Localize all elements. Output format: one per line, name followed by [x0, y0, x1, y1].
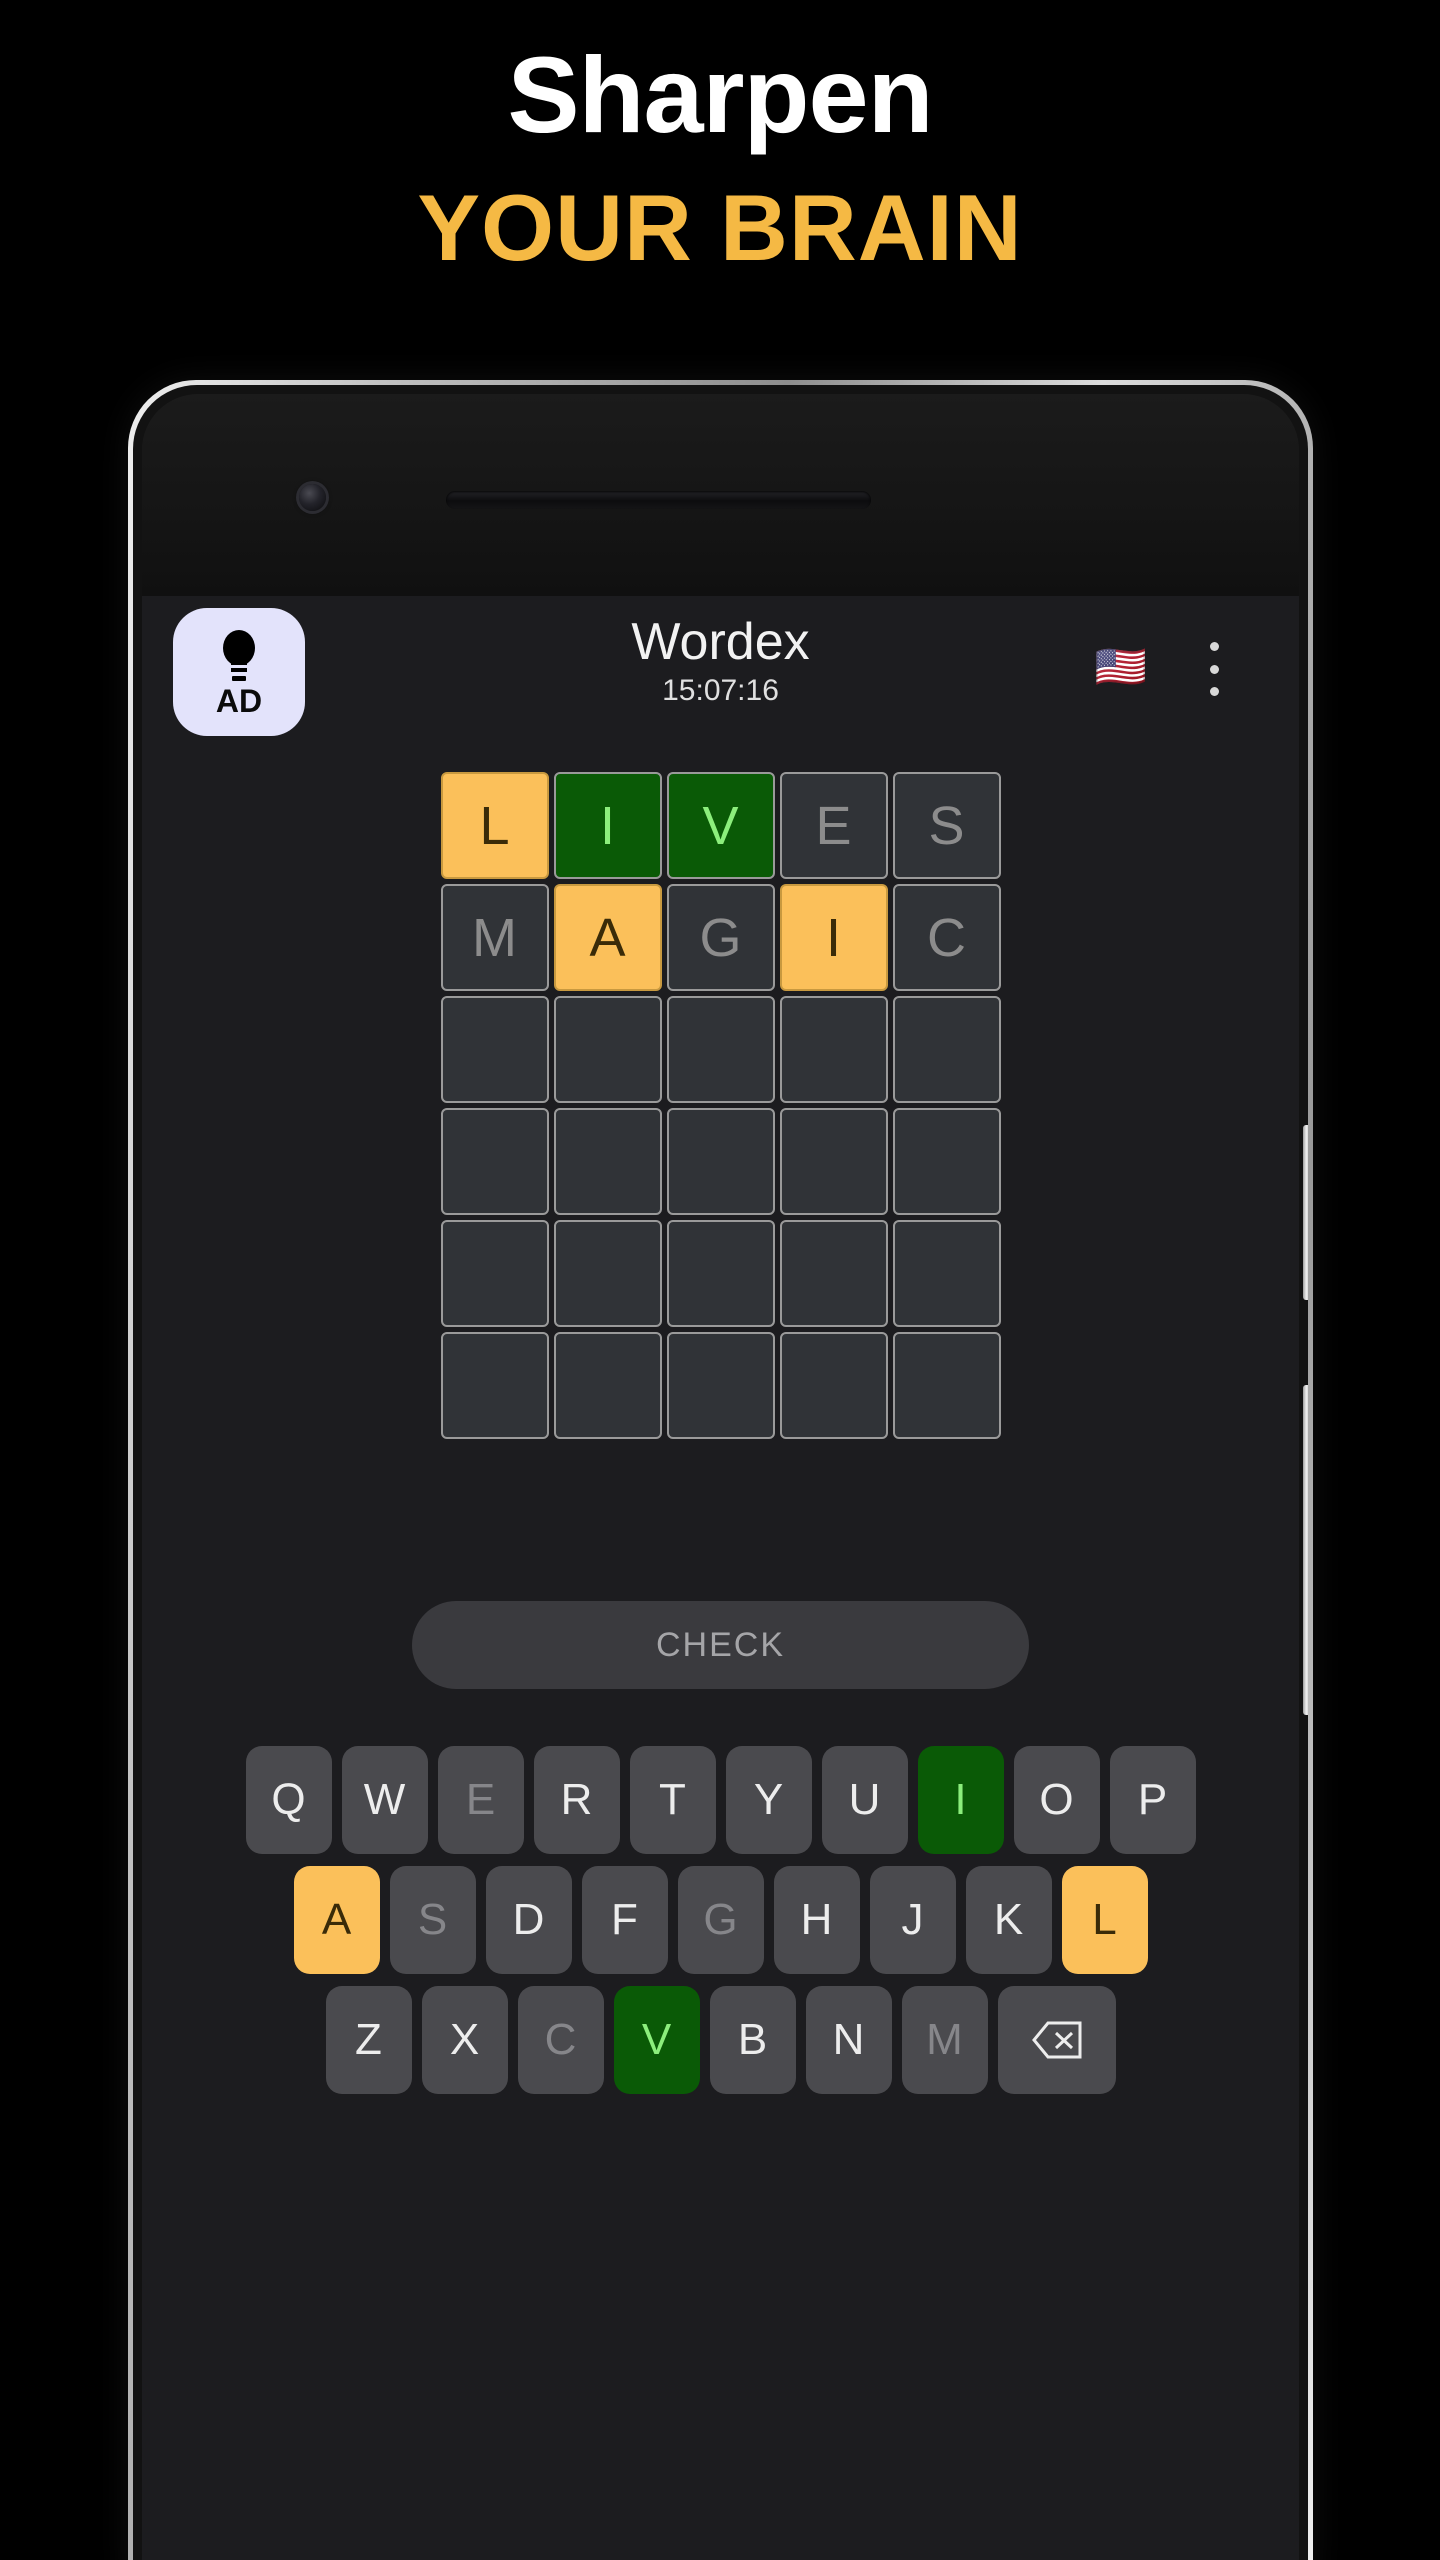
app-bar: AD Wordex 15:07:16 🇺🇸 [142, 596, 1299, 744]
keyboard-row: ASDFGHJKL [156, 1866, 1285, 1974]
grid-cell: S [892, 772, 1001, 879]
key-r[interactable]: R [533, 1746, 620, 1854]
grid-cell [553, 1220, 662, 1327]
on-screen-keyboard: QWERTYUIOP ASDFGHJKL ZXCVBNM [142, 1746, 1299, 2106]
ad-button-label: AD [215, 683, 263, 719]
phone-inner-frame: AD Wordex 15:07:16 🇺🇸 L I V E S M A G I … [142, 394, 1299, 2560]
key-a[interactable]: A [293, 1866, 380, 1974]
grid-cell [892, 1108, 1001, 1215]
keyboard-row: ZXCVBNM [156, 1986, 1285, 2094]
keyboard-row: QWERTYUIOP [156, 1746, 1285, 1854]
phone-device-mockup: AD Wordex 15:07:16 🇺🇸 L I V E S M A G I … [128, 380, 1313, 2560]
key-u[interactable]: U [821, 1746, 908, 1854]
grid-cell [892, 996, 1001, 1103]
key-c[interactable]: C [517, 1986, 604, 2094]
overflow-menu-button[interactable] [1191, 638, 1237, 700]
phone-top-bezel [142, 394, 1299, 596]
promo-screenshot-page: Sharpen YOUR BRAIN AD Wordex 15:07:16 🇺🇸… [0, 0, 1440, 2560]
language-flag-button[interactable]: 🇺🇸 [1095, 646, 1147, 688]
grid-cell: E [779, 772, 888, 879]
grid-cell [440, 1220, 549, 1327]
key-x[interactable]: X [421, 1986, 508, 2094]
grid-cell [779, 996, 888, 1103]
three-dots-vertical-icon [1209, 642, 1219, 651]
three-dots-vertical-icon [1209, 687, 1219, 696]
grid-cell: M [440, 884, 549, 991]
phone-power-button[interactable] [1303, 1125, 1308, 1300]
key-h[interactable]: H [773, 1866, 860, 1974]
key-b[interactable]: B [709, 1986, 796, 2094]
app-screen: AD Wordex 15:07:16 🇺🇸 L I V E S M A G I … [142, 596, 1299, 2560]
key-k[interactable]: K [965, 1866, 1052, 1974]
grid-cell: C [892, 884, 1001, 991]
grid-cell [553, 1108, 662, 1215]
grid-cell [440, 1108, 549, 1215]
key-n[interactable]: N [805, 1986, 892, 2094]
grid-cell: I [779, 884, 888, 991]
grid-cell [553, 996, 662, 1103]
grid-cell [666, 1220, 775, 1327]
key-o[interactable]: O [1013, 1746, 1100, 1854]
grid-cell [779, 1108, 888, 1215]
grid-cell: A [553, 884, 662, 991]
promo-headline-line1: Sharpen [507, 34, 933, 155]
grid-cell [440, 996, 549, 1103]
key-t[interactable]: T [629, 1746, 716, 1854]
phone-volume-button[interactable] [1303, 1385, 1308, 1715]
grid-cell [666, 1108, 775, 1215]
key-f[interactable]: F [581, 1866, 668, 1974]
key-z[interactable]: Z [325, 1986, 412, 2094]
grid-cell [666, 996, 775, 1103]
key-j[interactable]: J [869, 1866, 956, 1974]
grid-cell: G [666, 884, 775, 991]
lightbulb-icon [223, 630, 255, 681]
key-g[interactable]: G [677, 1866, 764, 1974]
three-dots-vertical-icon [1209, 664, 1219, 674]
promo-headline-line2: YOUR BRAIN [417, 175, 1023, 281]
grid-cell [892, 1220, 1001, 1327]
key-w[interactable]: W [341, 1746, 428, 1854]
grid-cell [553, 1332, 662, 1439]
grid-cell: L [440, 772, 549, 879]
key-i[interactable]: I [917, 1746, 1004, 1854]
grid-cell: I [553, 772, 662, 879]
key-q[interactable]: Q [245, 1746, 332, 1854]
grid-cell [779, 1220, 888, 1327]
key-m[interactable]: M [901, 1986, 988, 2094]
check-button[interactable]: CHECK [412, 1601, 1029, 1689]
grid-cell [892, 1332, 1001, 1439]
word-guess-grid: LIVESMAGIC [440, 772, 1001, 1439]
check-button-container: CHECK [142, 1601, 1299, 1689]
front-camera-icon [299, 484, 326, 511]
grid-cell [440, 1332, 549, 1439]
key-y[interactable]: Y [725, 1746, 812, 1854]
key-d[interactable]: D [485, 1866, 572, 1974]
key-e[interactable]: E [437, 1746, 524, 1854]
grid-cell [779, 1332, 888, 1439]
phone-body: AD Wordex 15:07:16 🇺🇸 L I V E S M A G I … [133, 385, 1308, 2560]
key-s[interactable]: S [389, 1866, 476, 1974]
key-p[interactable]: P [1109, 1746, 1196, 1854]
key-l[interactable]: L [1061, 1866, 1148, 1974]
backspace-icon [1031, 2021, 1081, 2059]
grid-cell: V [666, 772, 775, 879]
promo-headline: Sharpen YOUR BRAIN [0, 0, 1440, 280]
key-v[interactable]: V [613, 1986, 700, 2094]
ad-hint-button[interactable]: AD [173, 608, 305, 736]
grid-cell [666, 1332, 775, 1439]
earpiece-speaker-icon [446, 491, 871, 509]
key-backspace[interactable] [997, 1986, 1116, 2094]
